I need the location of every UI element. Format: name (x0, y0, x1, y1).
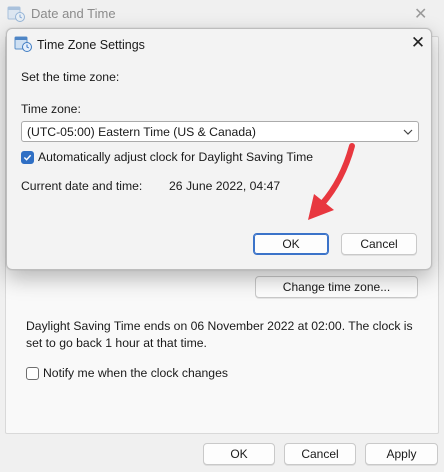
auto-dst-row[interactable]: Automatically adjust clock for Daylight … (21, 150, 313, 164)
current-datetime-label: Current date and time: (21, 179, 143, 193)
time-zone-label: Time zone: (21, 102, 81, 116)
parent-title-bar: Date and Time ✕ (0, 0, 444, 28)
apply-button[interactable]: Apply (365, 443, 438, 465)
dialog-cancel-button[interactable]: Cancel (341, 233, 417, 255)
close-icon[interactable]: ✕ (414, 4, 427, 24)
parent-cancel-button[interactable]: Cancel (284, 443, 356, 465)
notify-clock-change-row[interactable]: Notify me when the clock changes (26, 366, 228, 380)
auto-dst-checkbox[interactable] (21, 150, 34, 164)
change-time-zone-button[interactable]: Change time zone... (255, 276, 418, 298)
dst-notice-text: Daylight Saving Time ends on 06 November… (26, 319, 413, 350)
chevron-down-icon (403, 129, 413, 135)
parent-ok-button[interactable]: OK (203, 443, 275, 465)
parent-window-title: Date and Time (31, 6, 116, 21)
set-time-zone-heading: Set the time zone: (21, 70, 120, 84)
annotation-arrow-icon (308, 143, 355, 220)
auto-dst-label: Automatically adjust clock for Daylight … (38, 150, 314, 164)
checkmark-icon (23, 154, 32, 161)
notify-checkbox[interactable] (26, 366, 39, 380)
current-datetime-value: 26 June 2022, 04:47 (169, 179, 281, 193)
time-zone-selected-value: (UTC-05:00) Eastern Time (US & Canada) (27, 124, 256, 139)
date-time-globe-icon (7, 6, 25, 22)
notify-checkbox-label: Notify me when the clock changes (43, 366, 228, 380)
dialog-ok-button[interactable]: OK (253, 233, 329, 255)
